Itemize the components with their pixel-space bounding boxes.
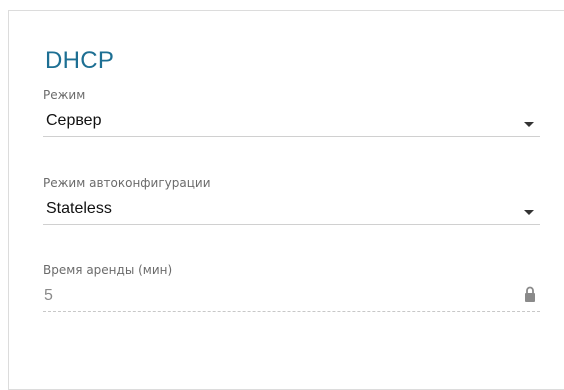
lease-time-field: Время аренды (мин) 5 <box>43 263 540 312</box>
autoconfig-mode-selected-value: Stateless <box>46 200 112 217</box>
chevron-down-icon <box>524 210 534 215</box>
lease-time-label: Время аренды (мин) <box>43 263 173 277</box>
mode-label: Режим <box>43 88 86 102</box>
mode-field: Режим Сервер <box>43 88 540 137</box>
mode-select[interactable]: Сервер <box>43 102 540 137</box>
lease-time-input[interactable]: 5 <box>43 277 540 312</box>
lease-time-value: 5 <box>44 287 53 304</box>
mode-selected-value: Сервер <box>46 112 102 129</box>
lock-icon <box>525 286 535 302</box>
autoconfig-mode-label: Режим автоконфигурации <box>43 176 211 190</box>
section-title: DHCP <box>45 47 115 74</box>
autoconfig-mode-select[interactable]: Stateless <box>43 190 540 225</box>
autoconfig-mode-field: Режим автоконфигурации Stateless <box>43 176 540 225</box>
chevron-down-icon <box>524 122 534 127</box>
